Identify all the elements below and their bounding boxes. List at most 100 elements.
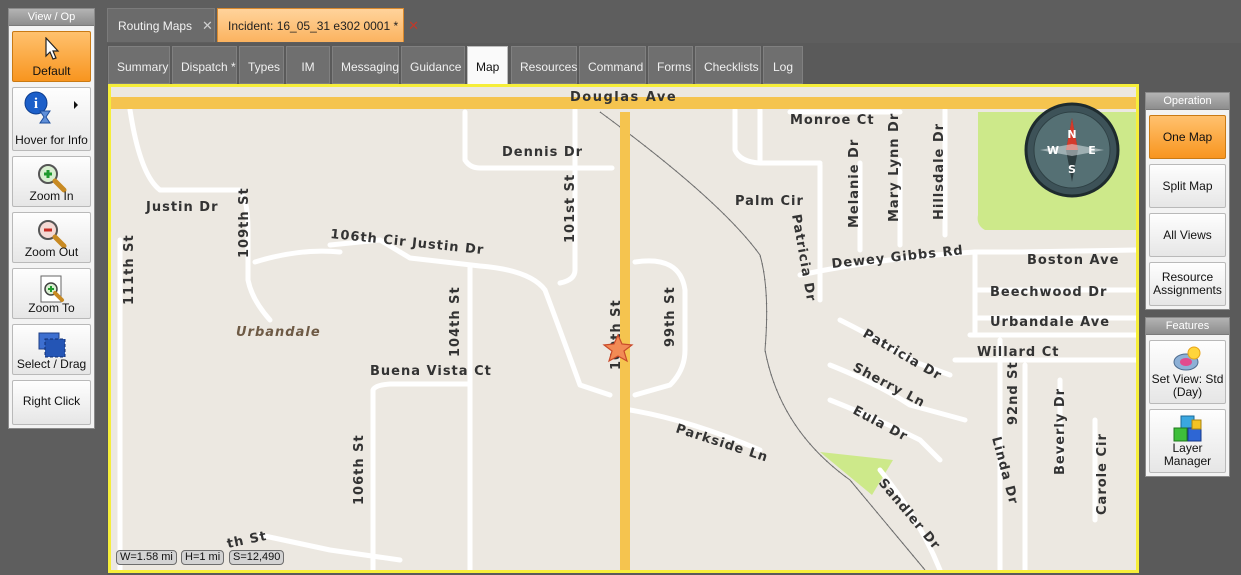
street-label: Monroe Ct [790,113,875,128]
operation-title: Operation [1146,93,1229,110]
zoom-out-tool-button[interactable]: Zoom Out [12,212,91,263]
street-label: 92nd St [1006,361,1021,425]
street-label: Justin Dr [145,200,218,215]
select-drag-tool-button[interactable]: Select / Drag [12,324,91,375]
layer-manager-button[interactable]: Layer Manager [1149,409,1226,473]
tab-types[interactable]: Types [239,46,284,84]
tab-im[interactable]: IM [286,46,330,84]
street-label: Buena Vista Ct [370,364,492,379]
street-label: Mary Lynn Dr [887,113,902,222]
layer-cubes-icon [1173,415,1201,442]
tab-guidance[interactable]: Guidance [401,46,465,84]
tab-im-label: IM [301,60,315,74]
zoom-to-tool-button[interactable]: Zoom To [12,268,91,319]
street-label: Dennis Dr [502,145,583,160]
hover-info-tool-button[interactable]: i Hover for Info [12,87,91,151]
street-label: Carole Cir [1095,433,1110,515]
street-label: 101st St [563,174,578,243]
default-tool-label: Default [32,64,71,78]
all-views-label: All Views [1163,227,1212,242]
street-label: th St [226,529,269,552]
zoom-to-label: Zoom To [28,301,75,315]
tab-dispatch[interactable]: Dispatch * [172,46,237,84]
tab-command-label: Command [588,60,644,74]
tab-incident[interactable]: Incident: 16_05_31 e302 0001 * ✕ [217,8,419,42]
tab-messaging[interactable]: Messaging [332,46,399,84]
tab-forms-label: Forms [657,60,691,74]
tab-summary[interactable]: Summary [108,46,170,84]
hover-info-label: Hover for Info [15,133,88,147]
street-label: Beechwood Dr [990,285,1107,300]
street-label: Boston Ave [1027,253,1119,268]
tab-map-label: Map [476,60,500,74]
zoom-in-label: Zoom In [29,189,74,203]
right-click-tool-button[interactable]: Right Click [12,380,91,425]
select-drag-label: Select / Drag [16,357,87,371]
street-label: Eula Dr [850,403,910,444]
tab-dispatch-label: Dispatch * [181,60,236,74]
street-label: Dewey Gibbs Rd [831,243,965,272]
tab-checklists[interactable]: Checklists [695,46,761,84]
map-view[interactable]: Douglas Ave Monroe Ct Dennis Dr Justin D… [108,84,1139,573]
features-title: Features [1146,318,1229,335]
set-view-button[interactable]: Set View: Std (Day) [1149,340,1226,404]
tab-log[interactable]: Log [763,46,803,84]
tab-log-label: Log [772,60,794,74]
split-map-label: Split Map [1162,178,1213,193]
one-map-button[interactable]: One Map [1149,115,1226,159]
zoom-out-label: Zoom Out [24,245,79,259]
street-label: Hillsdale Dr [932,123,947,220]
resource-assignments-button[interactable]: Resource Assignments [1149,262,1226,306]
street-label: Douglas Ave [570,90,677,105]
tab-map[interactable]: Map [467,46,508,86]
street-label: Melanie Dr [847,139,862,228]
operation-panel: Operation One Map Split Map All Views Re… [1145,92,1230,310]
one-map-label: One Map [1162,129,1213,144]
all-views-button[interactable]: All Views [1149,213,1226,257]
street-map[interactable]: Douglas Ave Monroe Ct Dennis Dr Justin D… [111,87,1136,570]
split-map-button[interactable]: Split Map [1149,164,1226,208]
street-label: 106th St [352,434,367,505]
area-label: Urbandale [236,325,321,340]
features-panel: Features Set View: Std (Day) Layer Manag… [1145,317,1230,477]
street-label: 111th St [122,234,137,305]
view-op-title: View / Op [9,9,94,26]
tab-forms[interactable]: Forms [648,46,693,84]
street-label: Willard Ct [977,345,1059,360]
width-scale-badge: W=1.58 mi [116,550,177,565]
resource-assignments-label: Resource Assignments [1153,270,1222,297]
street-label: Sandler Dr [875,476,943,553]
tab-guidance-label: Guidance [410,60,462,74]
tab-incident-label: Incident: 16_05_31 e302 0001 * [228,19,399,33]
compass-w: W [1047,144,1059,157]
tab-resources[interactable]: Resources [511,46,577,84]
street-label: Linda Dr [988,435,1021,506]
zoom-in-tool-button[interactable]: Zoom In [12,156,91,207]
tab-resources-label: Resources [520,60,578,74]
compass-e: E [1088,144,1096,157]
street-label: Urbandale Ave [990,315,1110,330]
tab-messaging-label: Messaging [341,60,400,74]
tab-checklists-label: Checklists [704,60,759,74]
street-label: Beverly Dr [1053,388,1068,475]
compass-icon[interactable]: N E S W [1024,102,1120,198]
street-label: Patricia Dr [788,213,818,303]
street-label: Palm Cir [735,194,804,209]
close-icon[interactable]: ✕ [202,18,213,33]
street-label: 99th St [663,286,678,347]
tab-routing-maps-label: Routing Maps [118,19,193,33]
info-hover-icon: i [24,91,78,124]
close-icon[interactable]: ✕ [408,18,419,33]
default-tool-button[interactable]: Default [12,31,91,82]
tab-summary-label: Summary [117,60,169,74]
tab-command[interactable]: Command [579,46,646,84]
tab-routing-maps[interactable]: Routing Maps ✕ [107,8,215,42]
view-op-panel: View / Op Default i Hover for Info Zoom … [8,8,95,429]
street-label: 104th St [448,286,463,357]
svg-text:i: i [33,96,37,112]
set-view-icon [1173,346,1200,371]
right-click-label: Right Click [22,394,81,408]
compass-s: S [1068,163,1076,176]
scale-ratio-badge: S=12,490 [229,550,285,565]
street-label: Parkside Ln [674,422,770,466]
